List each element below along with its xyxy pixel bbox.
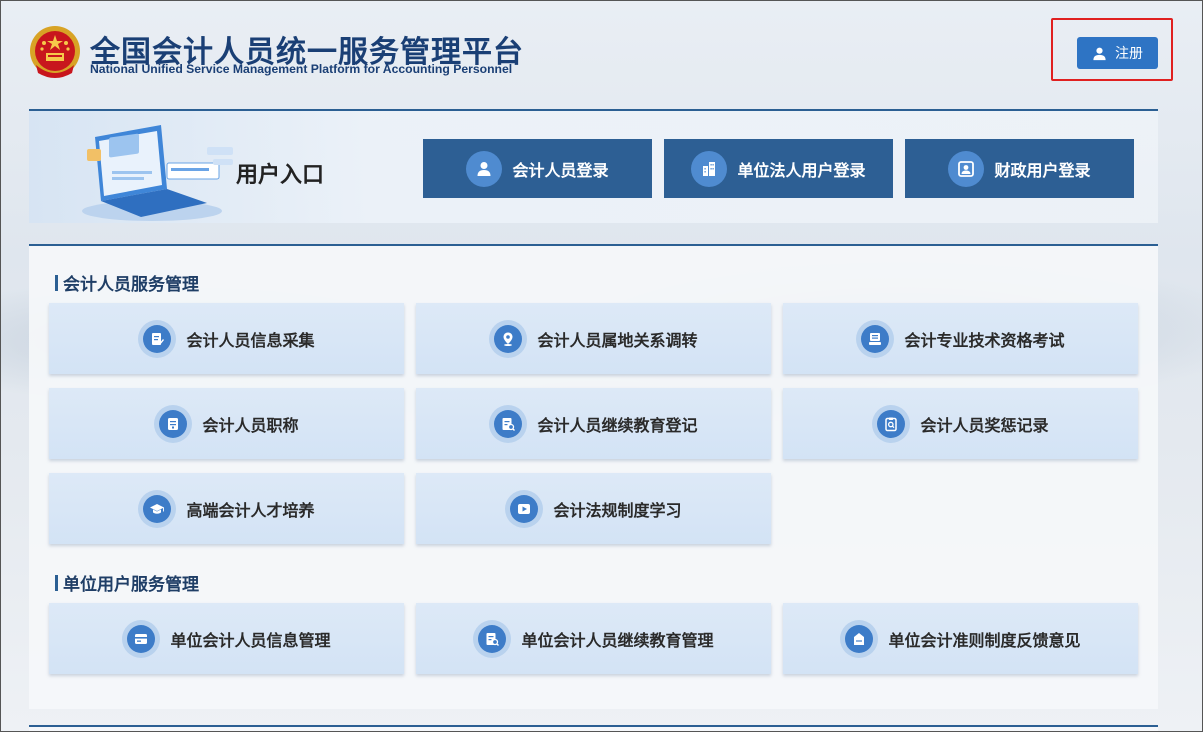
accountant-login-label: 会计人员登录 — [512, 160, 609, 180]
section-title-unit-services: 单位用户服务管理 — [55, 570, 199, 595]
card-label: 高端会计人才培养 — [186, 500, 315, 520]
section-title-bar — [55, 574, 58, 591]
section-title-text: 会计人员服务管理 — [63, 275, 199, 295]
register-button[interactable]: 注册 — [1077, 37, 1158, 69]
service-panel: 会计人员服务管理 会计人员信息采集 会计人员属地关系调转 会计专业技术资格考试 … — [29, 244, 1158, 709]
site-header: 全国会计人员统一服务管理平台 National Unified Service … — [1, 1, 1202, 101]
edit-document-icon — [143, 324, 172, 353]
location-pin-icon — [494, 324, 523, 353]
card-label: 会计人员继续教育登记 — [537, 415, 698, 435]
card-accountant-title[interactable]: 会计人员职称 — [49, 388, 404, 459]
card-label: 单位会计人员信息管理 — [170, 630, 331, 650]
card-accounting-qualification-exam[interactable]: 会计专业技术资格考试 — [783, 303, 1138, 374]
section-title-bar — [55, 274, 58, 291]
exam-icon — [861, 324, 890, 353]
building-icon — [691, 150, 728, 187]
card-unit-accountant-info-management[interactable]: 单位会计人员信息管理 — [49, 603, 404, 674]
card-label: 会计人员属地关系调转 — [537, 330, 698, 350]
certificate-icon — [159, 409, 188, 438]
id-card-icon — [948, 150, 985, 187]
unit-legal-login-button[interactable]: 单位法人用户登录 — [664, 139, 893, 198]
clipboard-search-icon — [877, 409, 906, 438]
register-label: 注册 — [1115, 46, 1143, 62]
document-search-icon — [478, 624, 507, 653]
user-entry-panel: 用户入口 会计人员登录 单位法人用户登录 财政用户登录 — [29, 109, 1158, 223]
finance-login-label: 财政用户登录 — [994, 160, 1091, 180]
user-entry-title: 用户入口 — [236, 163, 325, 188]
graduation-cap-icon — [143, 494, 172, 523]
card-accountant-rewards-penalties[interactable]: 会计人员奖惩记录 — [783, 388, 1138, 459]
feedback-icon — [845, 624, 874, 653]
next-panel-edge — [29, 725, 1158, 731]
play-video-icon — [510, 494, 539, 523]
card-label: 会计专业技术资格考试 — [904, 330, 1065, 350]
card-label: 会计人员职称 — [202, 415, 299, 435]
section-title-accountant-services: 会计人员服务管理 — [55, 270, 199, 295]
national-emblem-icon — [30, 26, 80, 78]
card-label: 单位会计准则制度反馈意见 — [888, 630, 1081, 650]
card-label: 会计人员奖惩记录 — [920, 415, 1049, 435]
section-title-text: 单位用户服务管理 — [63, 575, 199, 595]
card-accounting-regulation-study[interactable]: 会计法规制度学习 — [416, 473, 771, 544]
card-accountant-continuing-education[interactable]: 会计人员继续教育登记 — [416, 388, 771, 459]
card-unit-standards-feedback[interactable]: 单位会计准则制度反馈意见 — [783, 603, 1138, 674]
unit-legal-login-label: 单位法人用户登录 — [737, 160, 866, 180]
card-label: 单位会计人员继续教育管理 — [521, 630, 714, 650]
card-unit-continuing-education-management[interactable]: 单位会计人员继续教育管理 — [416, 603, 771, 674]
document-search-icon — [494, 409, 523, 438]
site-subtitle: National Unified Service Management Plat… — [90, 62, 513, 76]
card-label: 会计人员信息采集 — [186, 330, 315, 350]
user-icon — [466, 150, 503, 187]
card-accountant-relocation[interactable]: 会计人员属地关系调转 — [416, 303, 771, 374]
user-icon — [1093, 47, 1106, 60]
accountant-login-button[interactable]: 会计人员登录 — [423, 139, 652, 198]
card-label: 会计法规制度学习 — [553, 500, 682, 520]
card-accountant-info-collection[interactable]: 会计人员信息采集 — [49, 303, 404, 374]
finance-login-button[interactable]: 财政用户登录 — [905, 139, 1134, 198]
card-icon — [127, 624, 156, 653]
card-high-end-talent-training[interactable]: 高端会计人才培养 — [49, 473, 404, 544]
computer-illustration-icon — [82, 125, 233, 221]
